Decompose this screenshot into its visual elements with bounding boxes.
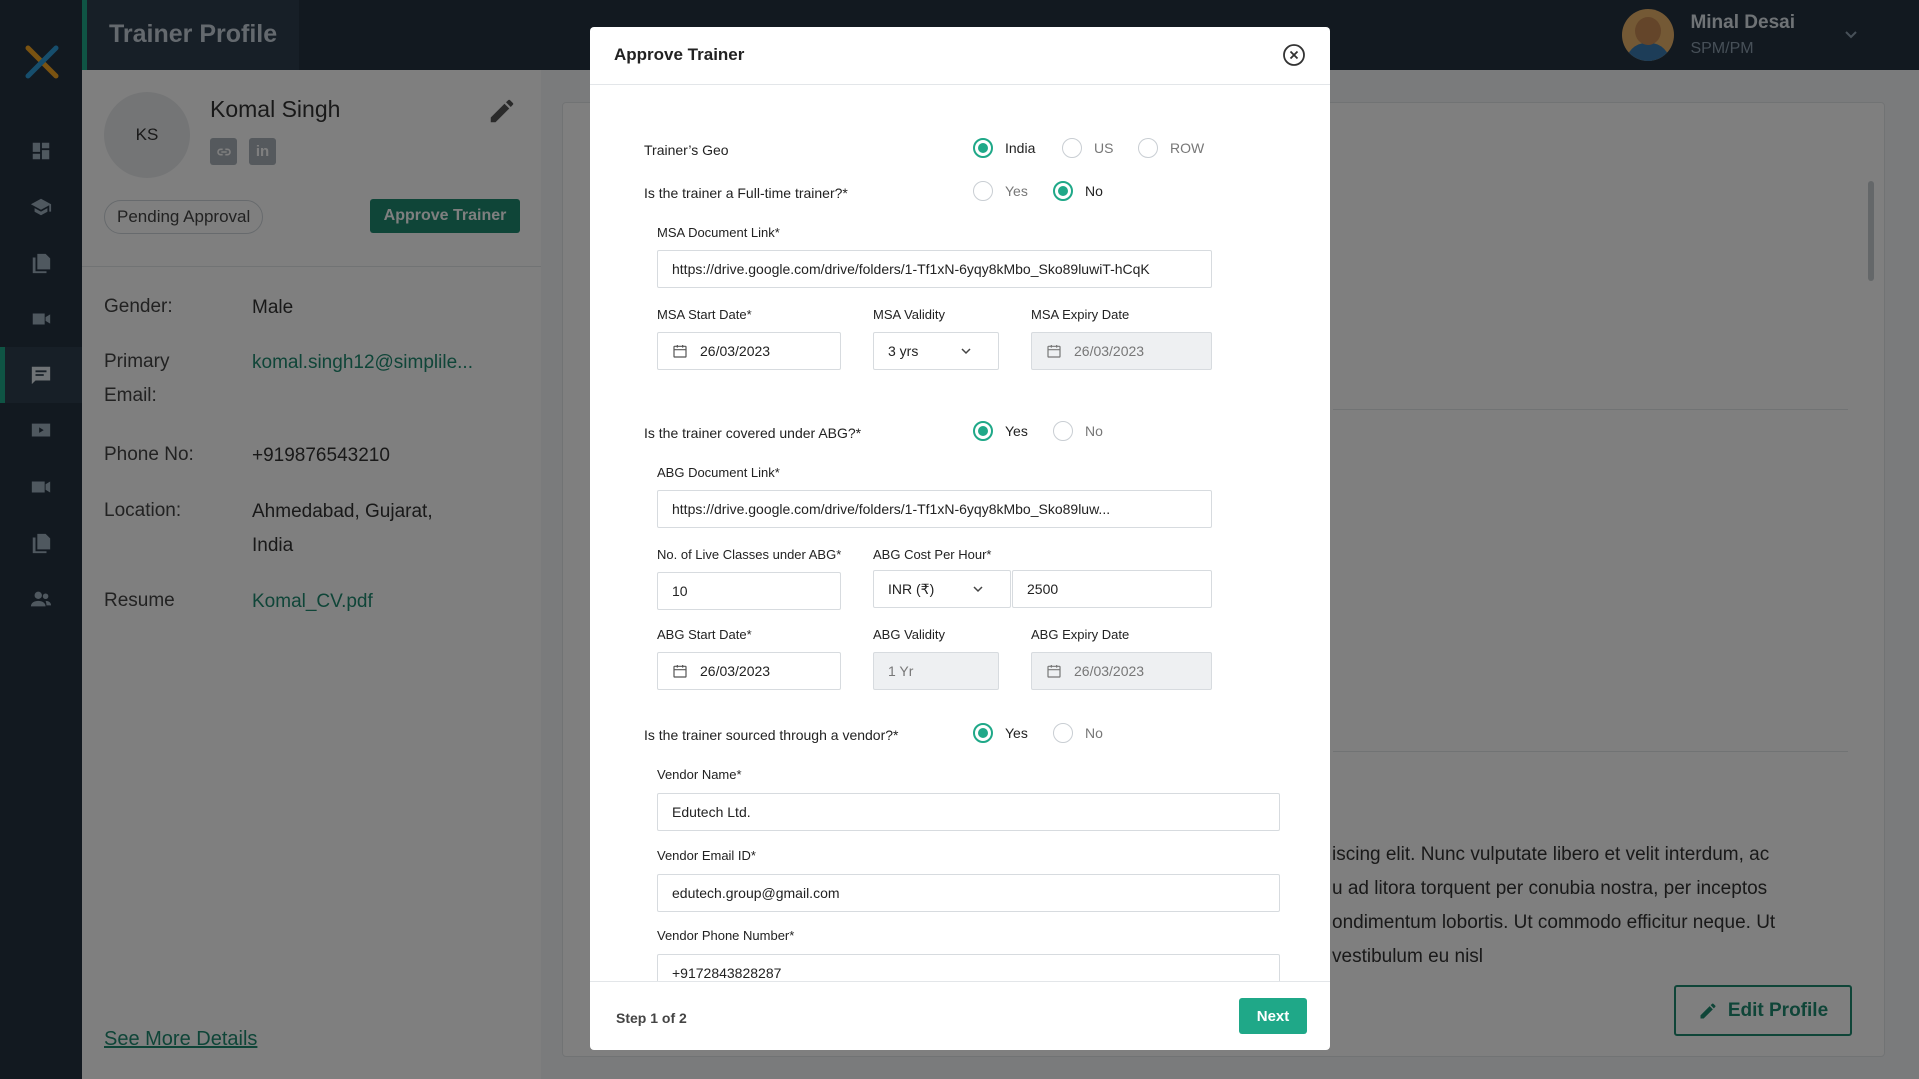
abg-classes-label: No. of Live Classes under ABG* (657, 547, 842, 562)
fulltime-radio-yes[interactable]: Yes (973, 181, 1028, 201)
radio-selected-icon (973, 421, 993, 441)
modal-title: Approve Trainer (614, 45, 745, 64)
abg-validity-label: ABG Validity (873, 627, 946, 642)
geo-radio-us[interactable]: US (1062, 138, 1113, 158)
radio-empty-icon (1062, 138, 1082, 158)
abg-doc-label: ABG Document Link* (657, 465, 780, 480)
geo-radio-row[interactable]: ROW (1138, 138, 1204, 158)
currency-select[interactable]: INR (₹) (873, 570, 1011, 608)
modal-body[interactable]: Trainer’s Geo India US ROW Is the traine… (590, 85, 1330, 981)
radio-empty-icon (1053, 723, 1073, 743)
fulltime-radio-no[interactable]: No (1053, 181, 1103, 201)
msa-doc-label: MSA Document Link* (657, 225, 780, 240)
msa-validity-select[interactable]: 3 yrs (873, 332, 999, 370)
msa-validity-label: MSA Validity (873, 307, 946, 322)
approve-trainer-modal: Approve Trainer Trainer’s Geo India US R… (590, 27, 1330, 1050)
abg-doc-link-input[interactable]: https://drive.google.com/drive/folders/1… (657, 490, 1212, 528)
calendar-icon (673, 665, 687, 678)
abg-validity-input: 1 Yr (873, 652, 999, 690)
step-indicator: Step 1 of 2 (616, 1010, 687, 1026)
chevron-down-icon (973, 586, 983, 593)
vendor-name-input[interactable]: Edutech Ltd. (657, 793, 1280, 831)
abg-start-label: ABG Start Date* (657, 627, 752, 642)
vendor-email-input[interactable]: edutech.group@gmail.com (657, 874, 1280, 912)
vendor-radio-yes[interactable]: Yes (973, 723, 1028, 743)
radio-selected-icon (973, 723, 993, 743)
abg-expiry-label: ABG Expiry Date (1031, 627, 1130, 642)
abg-radio-no[interactable]: No (1053, 421, 1103, 441)
geo-radio-india[interactable]: India (973, 138, 1035, 158)
geo-question: Trainer’s Geo (644, 142, 729, 158)
chevron-down-icon (961, 348, 971, 355)
vendor-email-label: Vendor Email ID* (657, 848, 756, 863)
vendor-radio-no[interactable]: No (1053, 723, 1103, 743)
radio-selected-icon (973, 138, 993, 158)
modal-footer: Step 1 of 2 Next (590, 981, 1330, 1050)
radio-empty-icon (1053, 421, 1073, 441)
abg-start-date-input[interactable]: 26/03/2023 (657, 652, 841, 690)
abg-classes-input[interactable]: 10 (657, 572, 841, 610)
radio-empty-icon (973, 181, 993, 201)
radio-selected-icon (1053, 181, 1073, 201)
vendor-phone-input[interactable]: +9172843828287 (657, 954, 1280, 981)
abg-expiry-date-input: 26/03/2023 (1031, 652, 1212, 690)
msa-start-date-input[interactable]: 26/03/2023 (657, 332, 841, 370)
msa-expiry-date-input: 26/03/2023 (1031, 332, 1212, 370)
vendor-question: Is the trainer sourced through a vendor?… (644, 727, 899, 743)
abg-cost-input[interactable]: 2500 (1012, 570, 1212, 608)
calendar-icon (1047, 345, 1061, 358)
close-icon[interactable] (1282, 43, 1306, 67)
abg-question: Is the trainer covered under ABG?* (644, 425, 862, 441)
vendor-name-label: Vendor Name* (657, 767, 742, 782)
fulltime-question: Is the trainer a Full-time trainer?* (644, 185, 848, 201)
vendor-phone-label: Vendor Phone Number* (657, 928, 795, 943)
msa-doc-link-input[interactable]: https://drive.google.com/drive/folders/1… (657, 250, 1212, 288)
abg-cost-label: ABG Cost Per Hour* (873, 547, 992, 562)
calendar-icon (673, 345, 687, 358)
modal-header: Approve Trainer (590, 27, 1330, 85)
msa-start-label: MSA Start Date* (657, 307, 752, 322)
abg-radio-yes[interactable]: Yes (973, 421, 1028, 441)
calendar-icon (1047, 665, 1061, 678)
msa-expiry-label: MSA Expiry Date (1031, 307, 1130, 322)
radio-empty-icon (1138, 138, 1158, 158)
next-button[interactable]: Next (1239, 998, 1307, 1034)
